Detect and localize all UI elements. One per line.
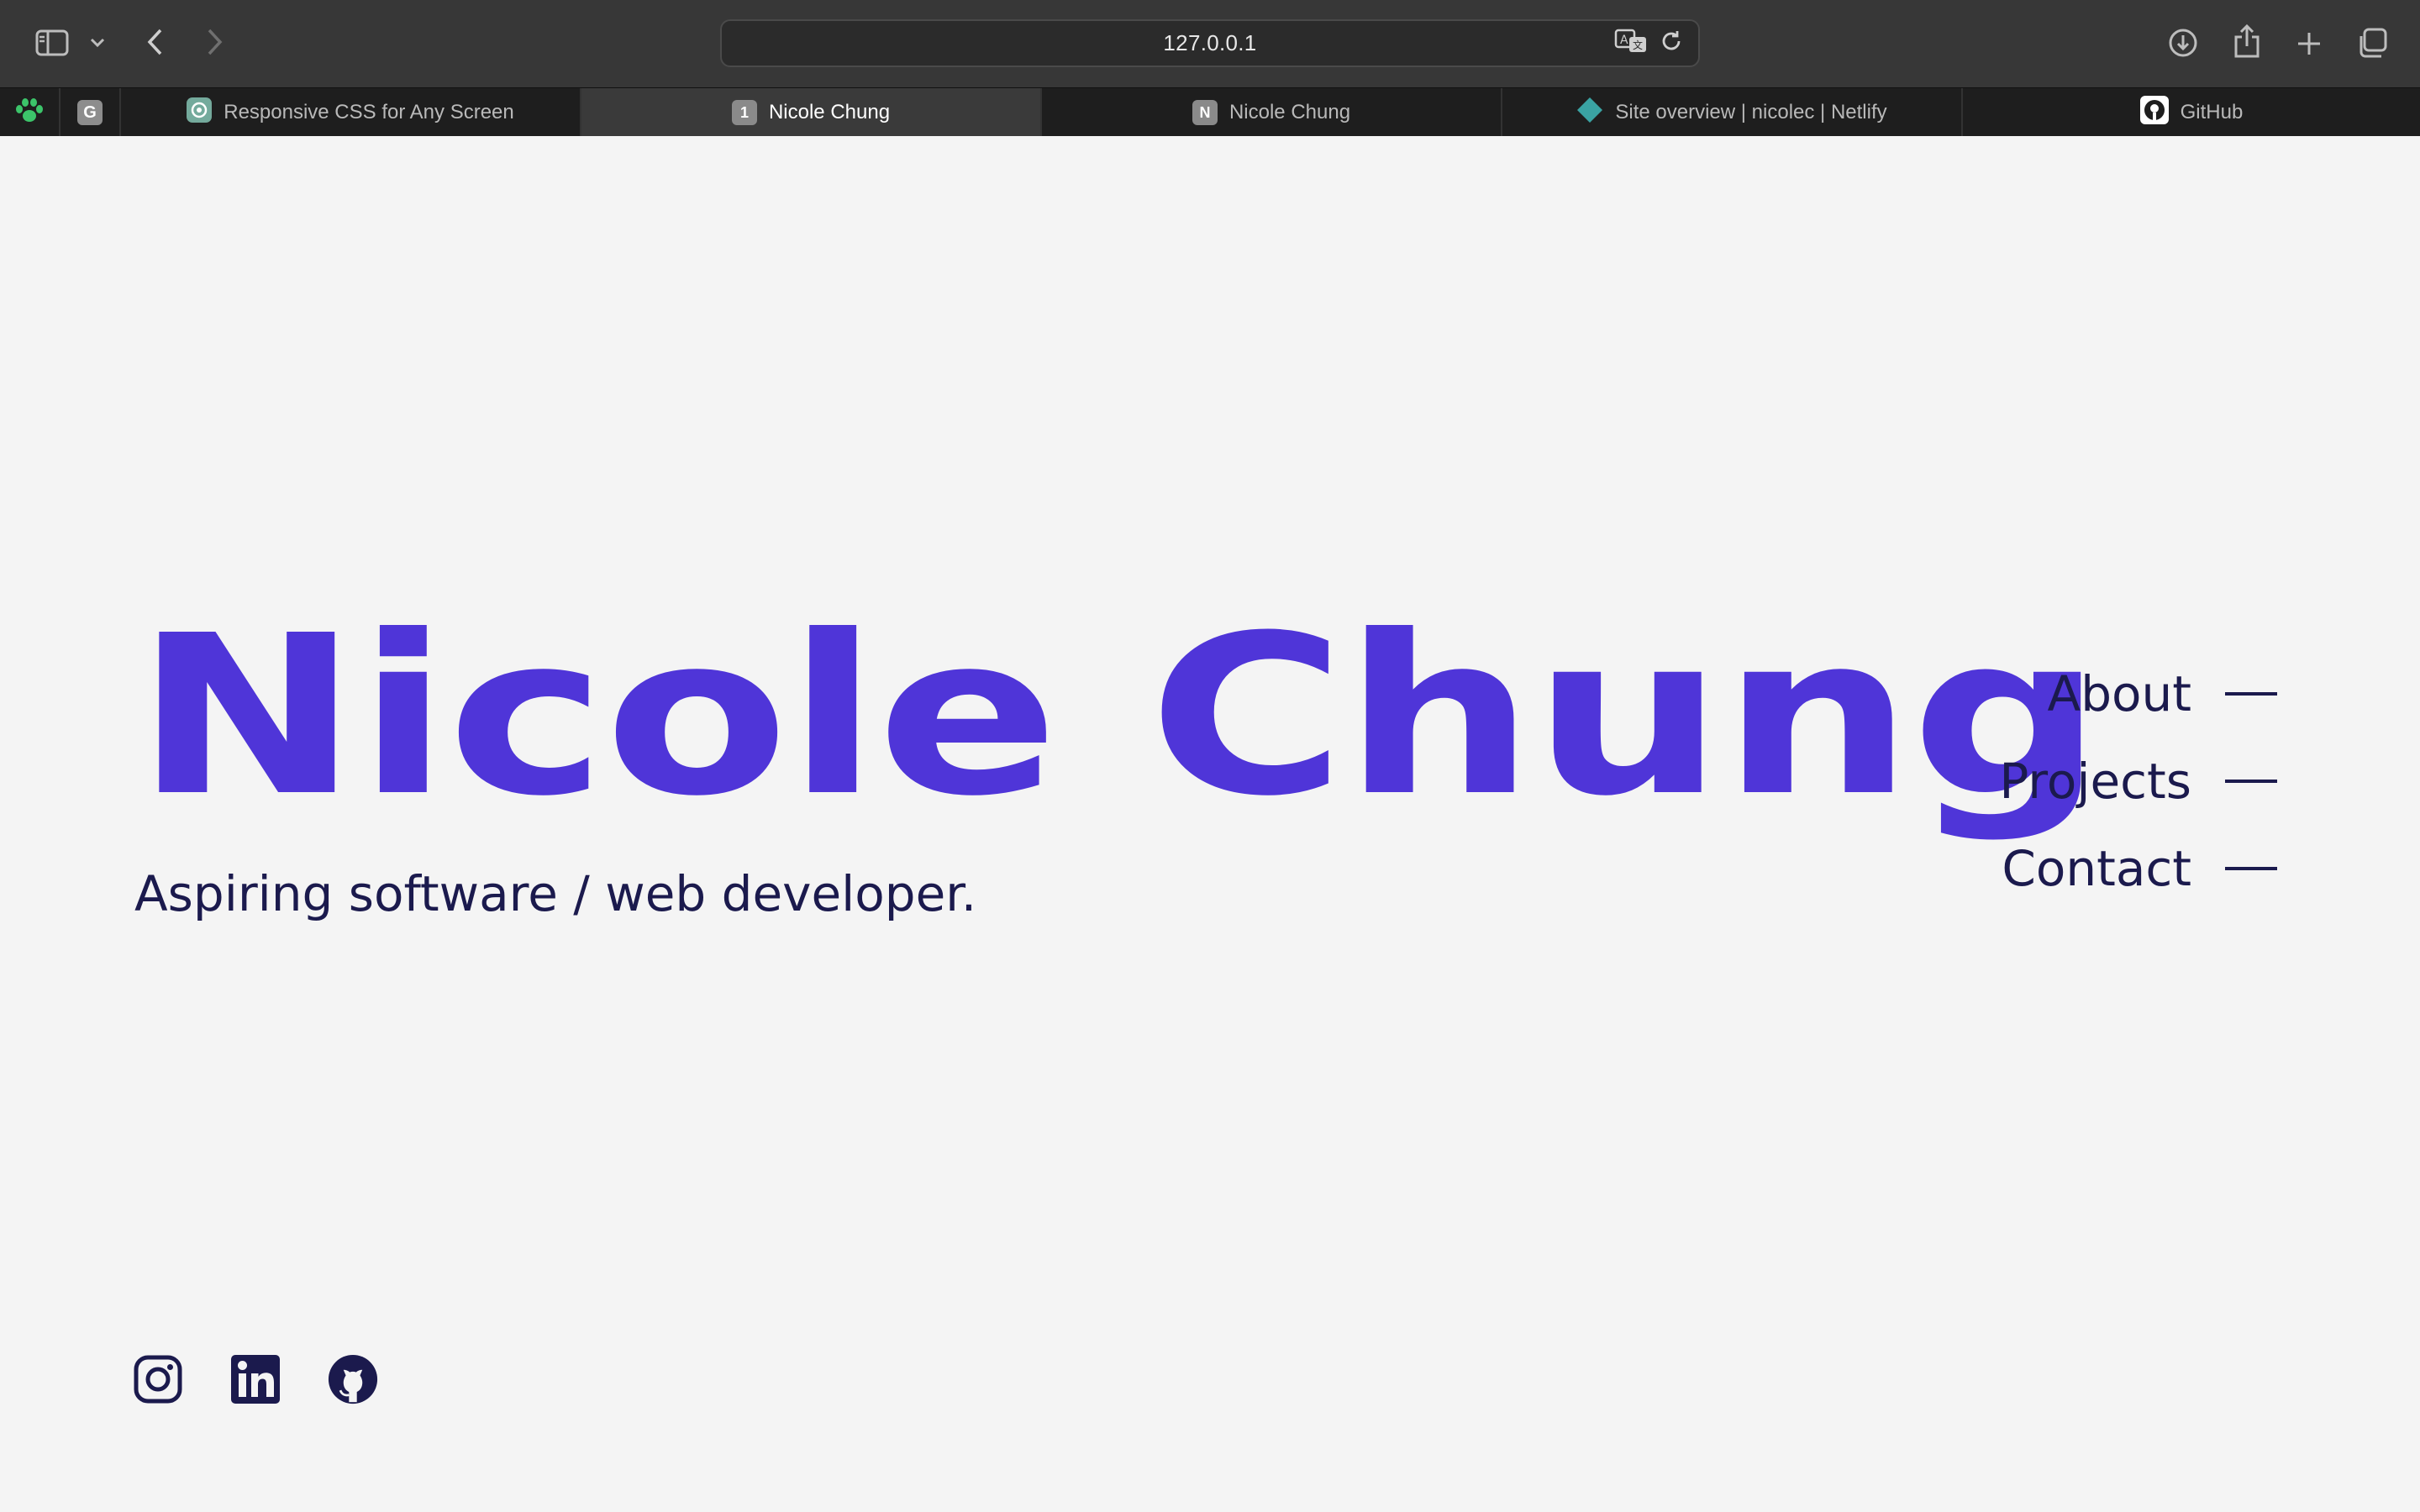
pinned-tab-paw[interactable] (0, 88, 60, 137)
tab-title: Nicole Chung (1228, 101, 1351, 123)
tab-favicon: N (1192, 100, 1218, 125)
nav-dash (2225, 692, 2277, 696)
tab-nicole-chung[interactable]: N Nicole Chung (1042, 88, 1502, 137)
netlify-icon (1576, 97, 1603, 129)
back-arrow-icon[interactable] (141, 25, 168, 59)
linkedin-icon[interactable] (230, 1352, 281, 1406)
tab-overview-icon[interactable] (2354, 25, 2390, 60)
reload-icon[interactable] (1660, 29, 1683, 57)
translate-icon[interactable]: A文 (1614, 29, 1648, 58)
forward-arrow-icon[interactable] (202, 25, 229, 59)
nav-item-projects[interactable]: Projects (1999, 753, 2277, 810)
tab-title: GitHub (2180, 101, 2244, 123)
url-text: 127.0.0.1 (1163, 30, 1257, 55)
github-icon[interactable] (328, 1352, 378, 1406)
tab-title: Site overview | nicolec | Netlify (1615, 101, 1887, 123)
download-icon[interactable] (2166, 25, 2200, 60)
nav-item-about[interactable]: About (2048, 665, 2277, 722)
tab-responsive-css[interactable]: Responsive CSS for Any Screen (121, 88, 581, 137)
social-links (133, 1352, 378, 1406)
nav-item-contact[interactable]: Contact (2002, 840, 2277, 897)
hero-tagline: Aspiring software / web developer. (134, 865, 977, 922)
nav-dash (2225, 867, 2277, 870)
instagram-icon[interactable] (133, 1352, 183, 1406)
openai-icon (187, 97, 213, 129)
nav-dash (2225, 780, 2277, 783)
paw-icon (14, 97, 45, 129)
tab-title: Nicole Chung (768, 101, 891, 123)
browser-toolbar: 127.0.0.1 A文 (0, 0, 2420, 87)
pinned-tab-letter: G (77, 100, 103, 125)
tab-netlify[interactable]: Site overview | nicolec | Netlify (1502, 88, 1963, 137)
address-bar[interactable]: 127.0.0.1 A文 (720, 19, 1700, 67)
github-icon (2139, 95, 2169, 130)
tab-github[interactable]: GitHub (1963, 88, 2420, 137)
pinned-tab-g[interactable]: G (60, 88, 121, 137)
nav-label: Projects (1999, 753, 2191, 810)
svg-text:文: 文 (1633, 39, 1643, 51)
nav-label: About (2047, 665, 2191, 722)
share-icon[interactable] (2230, 22, 2264, 60)
page-content: Nicole Chung Aspiring software / web dev… (0, 136, 2420, 1512)
sidebar-icon[interactable] (34, 27, 71, 59)
nav-label: Contact (2002, 840, 2191, 897)
plus-icon[interactable] (2292, 27, 2326, 60)
svg-text:A: A (1620, 34, 1628, 47)
tab-favicon: 1 (731, 100, 757, 125)
hero-name: Nicole Chung (134, 588, 2103, 844)
tab-bar: G Responsive CSS for Any Screen 1 Nicole… (0, 87, 2420, 137)
tab-title: Responsive CSS for Any Screen (224, 101, 514, 123)
main-nav: About Projects Contact (1999, 665, 2277, 897)
chevron-down-icon[interactable] (87, 32, 108, 54)
tab-nicole-chung-active[interactable]: 1 Nicole Chung (581, 88, 1042, 137)
